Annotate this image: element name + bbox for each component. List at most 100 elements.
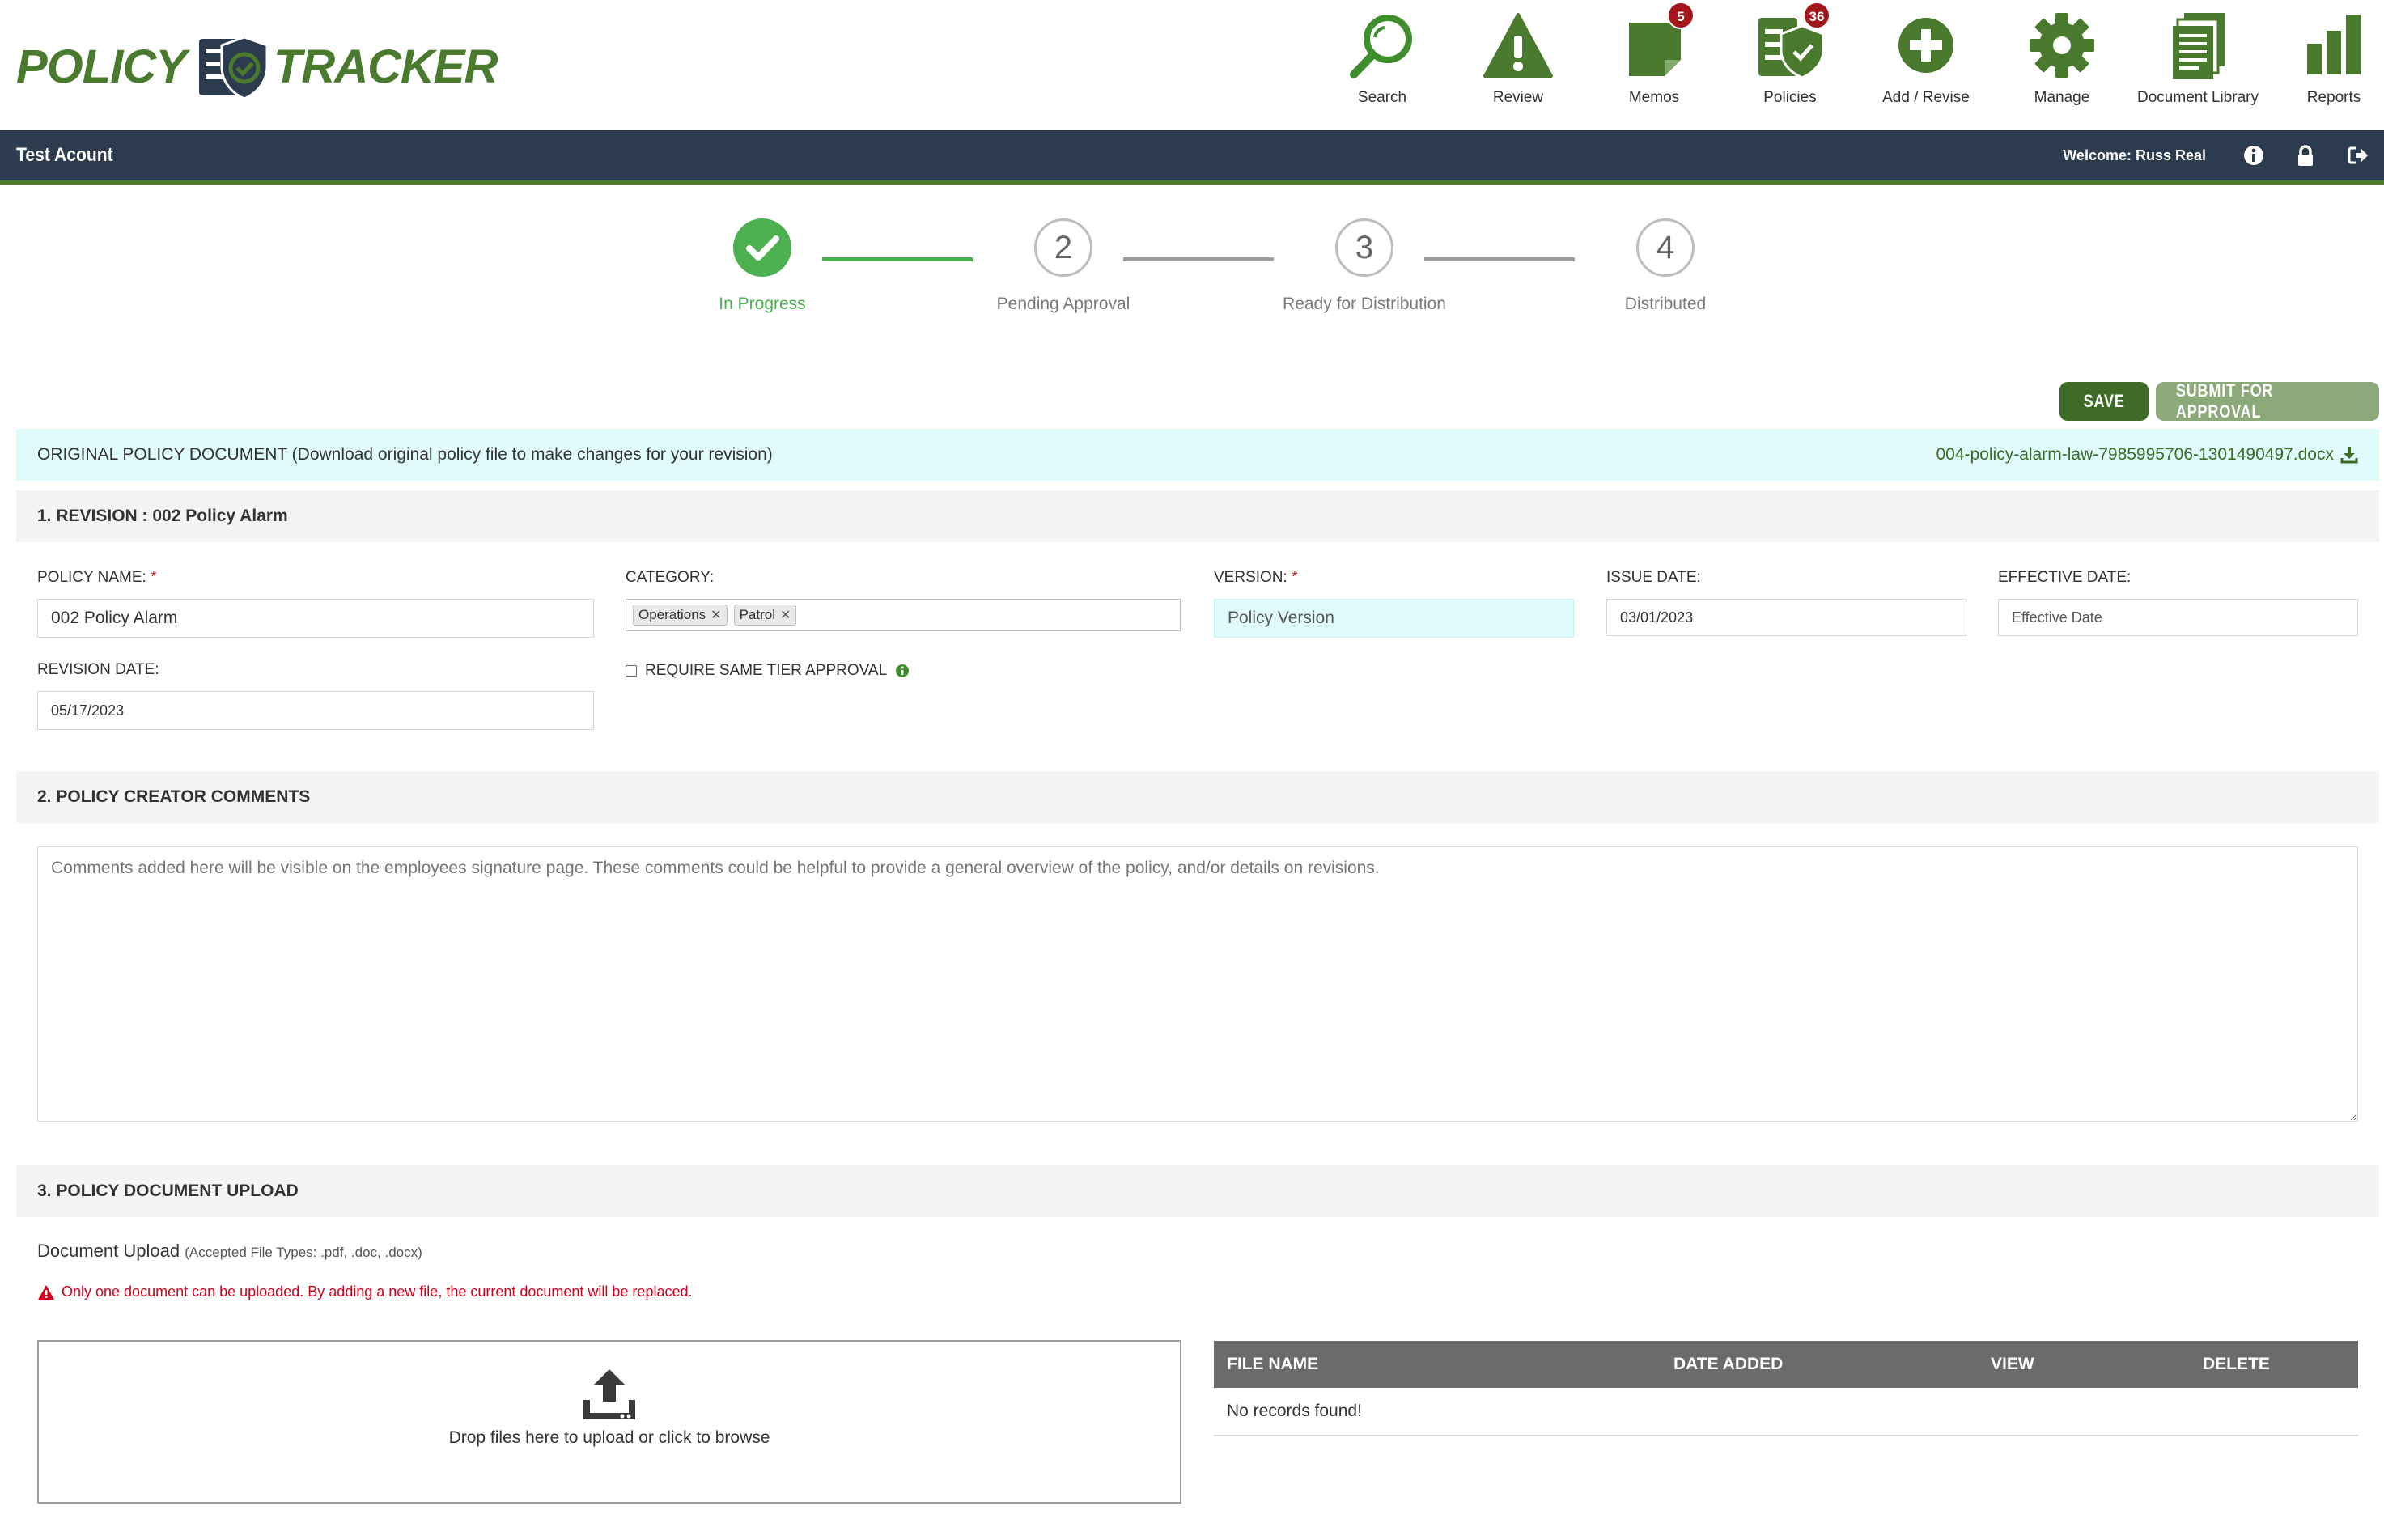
memo-icon: 5: [1614, 2, 1695, 83]
document-upload-label-text: Document Upload: [37, 1241, 180, 1261]
top-header: POLICY TRACKER Search Review 5 Memos 36 …: [0, 0, 2384, 130]
step-connector: [1424, 257, 1575, 261]
required-mark: *: [151, 569, 157, 586]
revision-date-input[interactable]: [37, 691, 594, 730]
lock-icon[interactable]: [2293, 143, 2318, 168]
revision-section-header: 1. REVISION : 002 Policy Alarm: [16, 490, 2379, 542]
warning-icon: [38, 1284, 54, 1300]
account-bar: Test Acount Welcome: Russ Real: [0, 130, 2384, 185]
single-document-warning-text: Only one document can be uploaded. By ad…: [62, 1283, 693, 1300]
upload-section-title: 3. POLICY DOCUMENT UPLOAD: [37, 1182, 299, 1200]
nav-add-revise[interactable]: Add / Revise: [1858, 10, 1994, 107]
column-header-file-name[interactable]: FILE NAME: [1214, 1341, 1661, 1388]
category-multiselect[interactable]: Operations ✕ Patrol ✕: [626, 599, 1181, 631]
version-input[interactable]: [1214, 599, 1574, 638]
step-label: Pending Approval: [996, 295, 1130, 313]
remove-tag-icon[interactable]: ✕: [711, 607, 721, 623]
step-number-circle: 2: [1034, 218, 1092, 277]
nav-policies[interactable]: 36 Policies: [1722, 2, 1858, 107]
remove-tag-icon[interactable]: ✕: [780, 607, 791, 623]
revision-date-label: REVISION DATE:: [37, 661, 159, 678]
upload-section-header: 3. POLICY DOCUMENT UPLOAD: [16, 1165, 2379, 1217]
step-pending-approval: 2 Pending Approval: [966, 218, 1160, 314]
submit-for-approval-button[interactable]: SUBMIT FOR APPROVAL: [2156, 380, 2379, 422]
issue-date-input[interactable]: [1606, 599, 1966, 636]
nav-label: Add / Revise: [1882, 89, 1970, 106]
nav-document-library[interactable]: Document Library: [2130, 10, 2266, 107]
search-icon: [1342, 10, 1423, 83]
step-label: Distributed: [1624, 295, 1707, 313]
same-tier-approval-option: REQUIRE SAME TIER APPROVAL: [626, 662, 910, 680]
category-label: CATEGORY:: [626, 569, 715, 586]
logo-word-policy: POLICY: [16, 40, 187, 93]
nav-label: Document Library: [2137, 89, 2259, 106]
original-document-banner: ORIGINAL POLICY DOCUMENT (Download origi…: [16, 429, 2379, 481]
original-document-filename: 004-policy-alarm-law-7985995706-13014904…: [1936, 445, 2335, 464]
table-header-row: FILE NAME DATE ADDED VIEW DELETE: [1214, 1341, 2358, 1388]
comments-section-header: 2. POLICY CREATOR COMMENTS: [16, 771, 2379, 823]
nav-review[interactable]: Review: [1450, 10, 1586, 107]
column-header-delete[interactable]: DELETE: [2190, 1341, 2358, 1388]
nav-reports[interactable]: Reports: [2266, 10, 2384, 107]
original-document-download-link[interactable]: 004-policy-alarm-law-7985995706-13014904…: [1936, 445, 2359, 465]
logout-icon[interactable]: [2345, 143, 2369, 168]
policies-count-badge: 36: [1803, 2, 1830, 29]
step-label: Ready for Distribution: [1283, 295, 1446, 313]
nav-label: Memos: [1628, 89, 1680, 106]
memos-count-badge: 5: [1667, 2, 1695, 29]
step-connector: [822, 257, 973, 261]
nav-manage[interactable]: Manage: [1994, 10, 2130, 107]
nav-label: Reports: [2306, 89, 2361, 106]
add-circle-icon: [1886, 10, 1966, 83]
uploaded-files-table: FILE NAME DATE ADDED VIEW DELETE No reco…: [1214, 1341, 2358, 1436]
save-button-label: SAVE: [2083, 391, 2125, 411]
account-actions: [2242, 143, 2369, 168]
document-library-icon: [2157, 10, 2238, 83]
no-records-message: No records found!: [1214, 1388, 2358, 1436]
main-nav: Search Review 5 Memos 36 Policies Add / …: [1314, 2, 2384, 107]
policy-tracker-logo[interactable]: POLICY TRACKER: [16, 34, 498, 100]
comments-section-title: 2. POLICY CREATOR COMMENTS: [37, 787, 311, 806]
save-button[interactable]: SAVE: [2059, 382, 2149, 421]
bar-chart-icon: [2293, 10, 2374, 83]
single-document-warning: Only one document can be uploaded. By ad…: [37, 1283, 692, 1300]
column-header-view[interactable]: VIEW: [1978, 1341, 2190, 1388]
step-connector: [1123, 257, 1274, 261]
category-tag: Patrol ✕: [733, 605, 797, 626]
policy-name-label-text: POLICY NAME:: [37, 569, 146, 586]
revision-section-title: 1. REVISION : 002 Policy Alarm: [37, 507, 288, 525]
step-in-progress: In Progress: [665, 218, 859, 314]
policy-name-input[interactable]: [37, 599, 594, 638]
step-complete-circle: [733, 218, 791, 277]
logo-shield-icon: [198, 36, 269, 100]
status-stepper: In Progress 2 Pending Approval 3 Ready f…: [665, 218, 1830, 332]
submit-button-label: SUBMIT FOR APPROVAL: [2175, 380, 2274, 422]
welcome-text: Welcome: Russ Real: [2063, 146, 2206, 163]
same-tier-approval-checkbox[interactable]: [626, 665, 637, 677]
issue-date-label: ISSUE DATE:: [1606, 569, 1701, 586]
original-document-title: ORIGINAL POLICY DOCUMENT (Download origi…: [37, 445, 773, 464]
policies-icon: 36: [1750, 2, 1830, 83]
nav-search[interactable]: Search: [1314, 10, 1450, 107]
info-icon[interactable]: [2242, 143, 2266, 168]
policy-creator-comments-textarea[interactable]: [37, 846, 2358, 1122]
step-label: In Progress: [719, 295, 806, 313]
account-name: Test Acount: [16, 144, 113, 166]
version-label-text: VERSION:: [1214, 569, 1287, 586]
nav-label: Review: [1492, 89, 1544, 106]
logo-word-tracker: TRACKER: [273, 40, 498, 93]
info-icon[interactable]: [895, 664, 910, 678]
required-mark: *: [1292, 569, 1298, 586]
nav-label: Manage: [2034, 89, 2090, 106]
file-dropzone[interactable]: Drop files here to upload or click to br…: [37, 1340, 1181, 1504]
column-header-date-added[interactable]: DATE ADDED: [1661, 1341, 1978, 1388]
nav-label: Policies: [1763, 89, 1817, 106]
nav-memos[interactable]: 5 Memos: [1586, 2, 1722, 107]
effective-date-input[interactable]: [1998, 599, 2358, 636]
category-tag: Operations ✕: [633, 605, 728, 626]
effective-date-label: EFFECTIVE DATE:: [1998, 569, 2132, 586]
step-distributed: 4 Distributed: [1568, 218, 1763, 314]
same-tier-approval-label: REQUIRE SAME TIER APPROVAL: [645, 662, 888, 679]
step-number-circle: 3: [1335, 218, 1393, 277]
table-row: No records found!: [1214, 1388, 2358, 1436]
